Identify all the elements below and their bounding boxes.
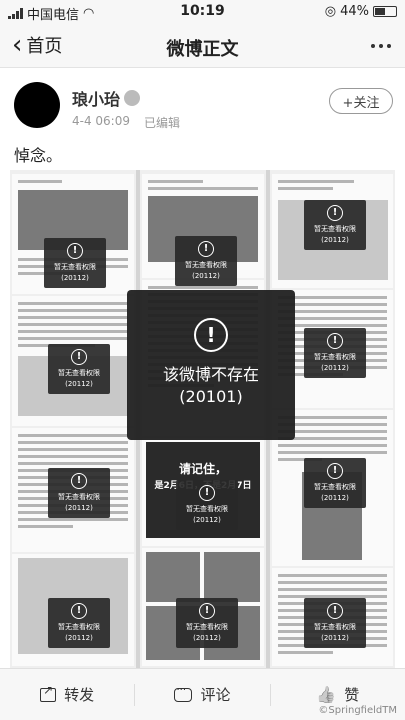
post-meta: 4-4 06:09 已编辑 — [72, 114, 180, 131]
post-image[interactable]: 请记住， 是2月6日，不是2月7日 — [10, 170, 395, 668]
comment-button[interactable]: 评论 — [135, 669, 269, 720]
avatar[interactable] — [14, 82, 60, 128]
exclamation-icon: ! — [71, 603, 87, 619]
badge-text: 暂无查看权限 — [314, 225, 356, 233]
badge-code: (20112) — [193, 634, 221, 642]
badge-text: 暂无查看权限 — [186, 505, 228, 513]
badge-code: (20112) — [321, 494, 349, 502]
comment-label: 评论 — [200, 686, 231, 704]
badge-text: 暂无查看权限 — [54, 263, 96, 271]
member-badge-icon — [124, 90, 141, 106]
badge-code: (20112) — [192, 272, 220, 280]
badge-code: (20112) — [321, 364, 349, 372]
no-permission-badge: ! 暂无查看权限 (20112) — [304, 458, 366, 508]
no-permission-badge: ! 暂无查看权限 (20112) — [176, 598, 238, 648]
badge-code: (20112) — [65, 634, 93, 642]
edited-label[interactable]: 已编辑 — [144, 114, 180, 131]
post-text: 悼念。 — [14, 146, 63, 165]
alarm-icon: ◎ — [324, 4, 337, 19]
badge-text: 暂无查看权限 — [314, 353, 356, 361]
no-permission-badge: ! 暂无查看权限 (20112) — [44, 238, 106, 288]
weibo-post-page: 中国电信 ◠ 10:19 ◎ 44% ‹ 首页 微博正文 琅小珆 4-4 06:… — [0, 0, 405, 720]
badge-text: 暂无查看权限 — [314, 623, 356, 631]
status-right: ◎ 44% — [325, 4, 397, 19]
badge-code: (20112) — [61, 274, 89, 282]
badge-text: 暂无查看权限 — [314, 483, 356, 491]
badge-code: (20112) — [321, 236, 349, 244]
no-permission-badge: ! 暂无查看权限 (20112) — [48, 344, 110, 394]
follow-button[interactable]: +关注 — [329, 88, 393, 114]
author-name[interactable]: 琅小珆 — [72, 86, 141, 110]
exclamation-icon: ! — [327, 205, 343, 221]
post-header: 琅小珆 4-4 06:09 已编辑 +关注 — [0, 68, 405, 142]
author-name-text: 琅小珆 — [72, 90, 121, 109]
exclamation-icon: ! — [199, 603, 215, 619]
badge-text: 暂无查看权限 — [58, 623, 100, 631]
unavailable-message: 该微博不存在 — [162, 365, 259, 384]
exclamation-icon: ! — [71, 473, 87, 489]
status-bar: 中国电信 ◠ 10:19 ◎ 44% — [0, 0, 405, 24]
no-permission-badge: ! 暂无查看权限 (20112) — [304, 328, 366, 378]
exclamation-icon: ! — [199, 485, 215, 501]
no-permission-badge: ! 暂无查看权限 (20112) — [48, 598, 110, 648]
post-date: 4-4 06:09 — [72, 114, 130, 128]
badge-code: (20112) — [65, 380, 93, 388]
badge-text: 暂无查看权限 — [58, 493, 100, 501]
repost-button[interactable]: 转发 — [0, 669, 134, 720]
unavailable-code: (20101) — [179, 387, 243, 406]
post-unavailable-dialog: ! 该微博不存在 (20101) — [127, 290, 295, 440]
action-bar: 转发 评论 👍 赞 ©SpringfieldTM — [0, 668, 405, 720]
repost-label: 转发 — [64, 686, 95, 704]
repost-icon — [40, 683, 57, 702]
battery-label: 44% — [340, 4, 369, 19]
exclamation-icon: ! — [71, 349, 87, 365]
page-title: 微博正文 — [166, 39, 239, 60]
battery-icon — [373, 6, 397, 17]
no-permission-badge: ! 暂无查看权限 (20112) — [304, 598, 366, 648]
badge-text: 暂无查看权限 — [58, 369, 100, 377]
poster-text-line-1: 请记住， — [178, 462, 227, 476]
photo-thumbnail — [146, 552, 200, 602]
no-permission-badge: ! 暂无查看权限 (20112) — [48, 468, 110, 518]
like-label: 赞 — [344, 686, 360, 704]
badge-code: (20112) — [65, 504, 93, 512]
comment-icon — [174, 685, 193, 702]
exclamation-icon: ! — [327, 603, 343, 619]
no-permission-badge: ! 暂无查看权限 (20112) — [176, 480, 238, 530]
photo-thumbnail — [204, 552, 260, 602]
watermark: ©SpringfieldTM — [318, 705, 397, 716]
badge-code: (20112) — [193, 516, 221, 524]
exclamation-icon: ! — [327, 463, 343, 479]
badge-text: 暂无查看权限 — [186, 623, 228, 631]
exclamation-icon: ! — [194, 318, 228, 352]
exclamation-icon: ! — [327, 333, 343, 349]
nav-bar: ‹ 首页 微博正文 — [0, 24, 405, 68]
more-options-icon[interactable] — [371, 44, 391, 48]
exclamation-icon: ! — [198, 241, 214, 257]
badge-text: 暂无查看权限 — [185, 261, 227, 269]
thumbs-up-icon: 👍 — [316, 685, 337, 704]
badge-code: (20112) — [321, 634, 349, 642]
no-permission-badge: ! 暂无查看权限 (20112) — [175, 236, 237, 286]
no-permission-badge: ! 暂无查看权限 (20112) — [304, 200, 366, 250]
exclamation-icon: ! — [67, 243, 83, 259]
